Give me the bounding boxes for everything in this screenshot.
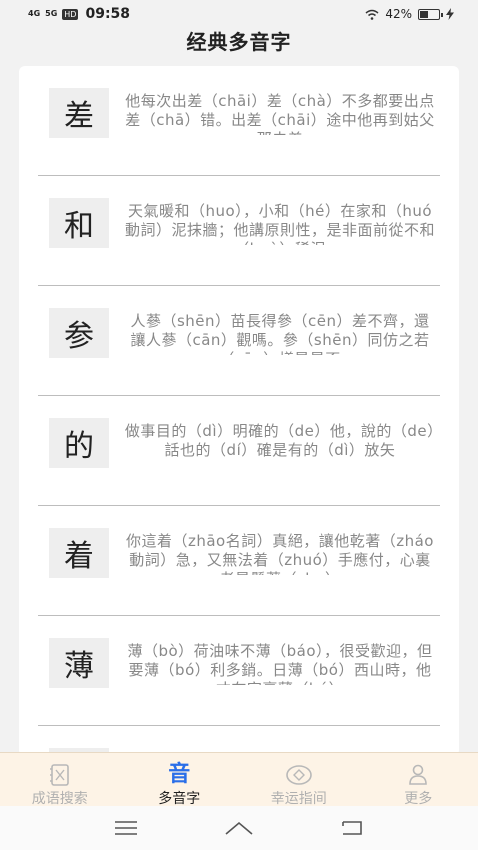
list-item-text: 天氣暖和（huo），小和（hé）在家和（huó動詞）泥抹牆；他講原則性，是非面前…	[124, 202, 435, 245]
list-item-text: 他每次出差（chāi）差（chà）不多都要出点差（chā）错。出差（chāi）途…	[125, 92, 435, 135]
home-icon	[225, 821, 253, 835]
list-item[interactable]: 着 你這着（zhāo名詞）真絕，讓他乾著（zháo動詞）急，又無法着（zhuó）…	[38, 506, 440, 616]
list-item-text: 人蔘（shēn）苗長得參（cēn）差不齊，還讓人蔘（cān）觀嗎。參（shēn）…	[130, 312, 430, 355]
list-item-text: 你這着（zhāo名詞）真絕，讓他乾著（zháo動詞）急，又無法着（zhuó）手應…	[125, 532, 434, 575]
status-left: 4G 5G HD 09:58	[28, 6, 130, 22]
list-item[interactable]: 差 他每次出差（chāi）差（chà）不多都要出点差（chā）错。出差（chāi…	[38, 66, 440, 176]
status-right: 42%	[365, 7, 454, 21]
person-icon	[408, 764, 428, 786]
tab-lucky-finger[interactable]: 幸运指间	[239, 753, 359, 807]
status-bar: 4G 5G HD 09:58 42%	[0, 0, 478, 28]
back-icon	[341, 821, 362, 835]
page-title: 经典多音字	[186, 30, 292, 54]
hd-icon: HD	[62, 8, 79, 20]
tab-label: 更多	[404, 791, 433, 807]
signal-4g-icon: 4G	[28, 9, 41, 18]
back-button[interactable]	[332, 813, 372, 843]
battery-icon	[418, 8, 443, 20]
menu-icon	[115, 821, 138, 835]
eye-icon	[285, 764, 313, 786]
battery-percent: 42%	[385, 7, 412, 21]
menu-button[interactable]	[106, 813, 146, 843]
list-item-char: 和	[49, 198, 109, 248]
bottom-tab-bar: 成语搜索 音 多音字 幸运指间 更多	[0, 752, 478, 808]
list-item-text: 做事目的（dì）明確的（de）他，說的（de）話也的（dí）確是有的（dì）放矢	[124, 422, 436, 459]
tab-polyphone[interactable]: 音 多音字	[120, 753, 240, 808]
clock: 09:58	[85, 6, 131, 22]
system-nav-bar	[0, 806, 478, 850]
list-item-char: 着	[49, 528, 109, 578]
home-button[interactable]	[219, 813, 259, 843]
signal-5g-icon: 5G	[45, 9, 58, 18]
yin-icon: 音	[168, 764, 190, 786]
tab-label: 成语搜索	[31, 791, 88, 807]
yin-glyph: 音	[168, 762, 191, 787]
list-item-char: 参	[49, 308, 109, 358]
tab-label: 幸运指间	[270, 791, 327, 807]
list-item-char: 的	[49, 418, 109, 468]
list-item[interactable]: 参 人蔘（shēn）苗長得參（cēn）差不齊，還讓人蔘（cān）觀嗎。參（shē…	[38, 286, 440, 396]
tab-more[interactable]: 更多	[359, 753, 478, 807]
list-item-char: 薄	[49, 638, 109, 688]
book-icon	[49, 764, 70, 786]
wifi-icon	[365, 9, 379, 20]
list-item-char: 差	[49, 88, 109, 138]
charging-icon	[446, 8, 454, 20]
list-item[interactable]: 的 做事目的（dì）明確的（de）他，說的（de）話也的（dí）確是有的（dì）…	[38, 396, 440, 506]
list-item[interactable]: 薄 薄（bò）荷油味不薄（báo），很受歡迎，但要薄（bó）利多銷。日薄（bó）…	[38, 616, 440, 726]
list-item-text: 薄（bò）荷油味不薄（báo），很受歡迎，但要薄（bó）利多銷。日薄（bó）西山…	[127, 642, 433, 685]
tab-idiom-search[interactable]: 成语搜索	[0, 753, 120, 807]
tab-label: 多音字	[158, 791, 201, 807]
list-item[interactable]: 和 天氣暖和（huo），小和（hé）在家和（huó動詞）泥抹牆；他講原則性，是非…	[38, 176, 440, 286]
polyphone-list[interactable]: 差 他每次出差（chāi）差（chà）不多都要出点差（chā）错。出差（chāi…	[19, 66, 459, 756]
